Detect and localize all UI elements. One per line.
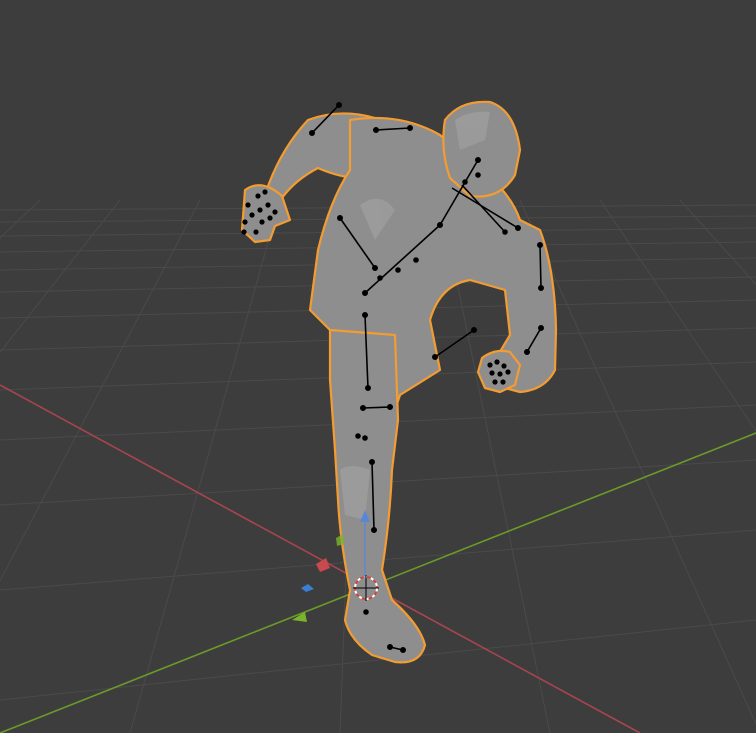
character-mesh[interactable] bbox=[240, 100, 558, 664]
viewport-canvas[interactable] bbox=[0, 0, 756, 733]
x-axis-line bbox=[0, 384, 641, 733]
3d-viewport[interactable] bbox=[0, 0, 756, 733]
